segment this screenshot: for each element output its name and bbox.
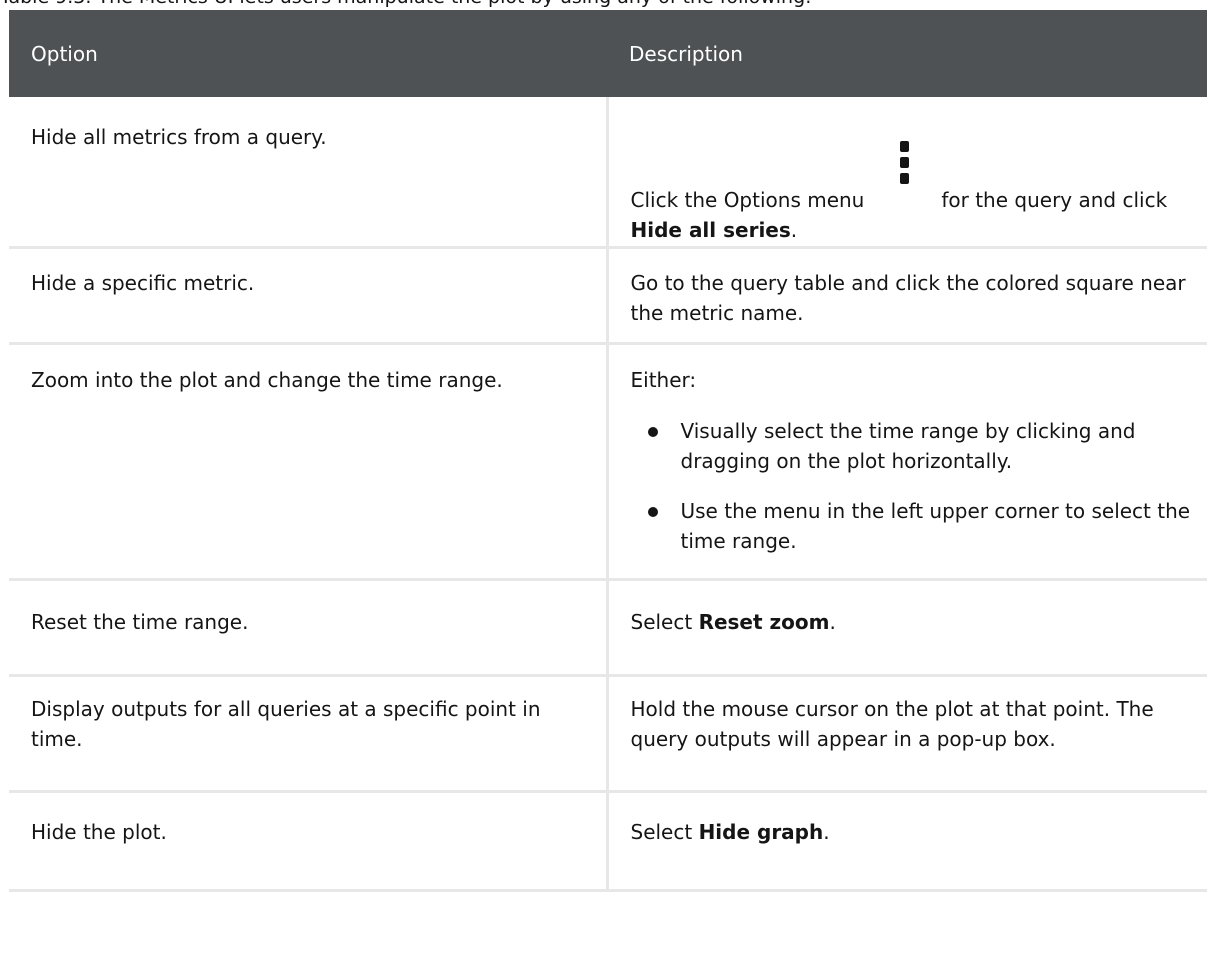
- intro-text: Table 9.3. The Metrics UI lets users man…: [0, 0, 812, 8]
- table-row: Reset the time range. Select Reset zoom.: [9, 579, 1207, 677]
- table-row: Zoom into the plot and change the time r…: [9, 343, 1207, 581]
- description-text: Select: [630, 609, 693, 634]
- description-text: .: [823, 819, 830, 844]
- option-cell: Hide the plot.: [9, 791, 609, 892]
- description-text: for the query and click: [941, 188, 1168, 212]
- description-cell: Click the Options menu for the query and …: [607, 97, 1207, 249]
- option-cell: Hide a specific metric.: [9, 247, 609, 345]
- list-item-text: Use the menu in the left upper corner to…: [680, 498, 1191, 553]
- options-table: Option Description Hide all metrics from…: [9, 10, 1207, 892]
- description-bold: Hide graph: [698, 819, 824, 844]
- description-cell: Either: Visually select the time range b…: [607, 343, 1207, 581]
- table-row: Display outputs for all queries at a spe…: [9, 675, 1207, 793]
- description-cell: Select Reset zoom.: [607, 579, 1207, 677]
- description-bold: Hide all series: [630, 218, 791, 242]
- header-option: Option: [9, 10, 607, 97]
- table-header: Option Description: [9, 10, 1207, 97]
- header-description: Description: [607, 10, 1207, 97]
- description-text: .: [790, 218, 798, 242]
- description-bold: Reset zoom: [698, 609, 830, 634]
- description-cell: Go to the query table and click the colo…: [607, 247, 1207, 345]
- kebab-icon[interactable]: [900, 141, 910, 185]
- options-menu-icon-slot: [864, 141, 941, 207]
- option-cell: Reset the time range.: [9, 579, 609, 677]
- description-list: Visually select the time range by clicki…: [631, 416, 1198, 556]
- bullet-icon: [647, 506, 658, 517]
- header-row: Option Description: [9, 10, 1207, 97]
- table-row: Hide all metrics from a query. Click the…: [9, 97, 1207, 249]
- description-text: .: [829, 609, 836, 634]
- description-cell: Select Hide graph.: [607, 791, 1207, 892]
- option-cell: Zoom into the plot and change the time r…: [9, 343, 609, 581]
- option-cell: Hide all metrics from a query.: [9, 97, 609, 249]
- list-item: Use the menu in the left upper corner to…: [631, 496, 1198, 556]
- table-row: Hide a specific metric. Go to the query …: [9, 247, 1207, 345]
- description-text: Select: [630, 819, 693, 844]
- table-body: Hide all metrics from a query. Click the…: [9, 97, 1207, 892]
- table-row: Hide the plot. Select Hide graph.: [9, 791, 1207, 892]
- option-cell: Display outputs for all queries at a spe…: [9, 675, 609, 793]
- bullet-icon: [647, 426, 658, 437]
- description-intro: Either:: [630, 367, 697, 392]
- list-item-text: Visually select the time range by clicki…: [680, 418, 1136, 473]
- description-cell: Hold the mouse cursor on the plot at tha…: [607, 675, 1207, 793]
- description-text: Click the Options menu: [630, 188, 865, 212]
- list-item: Visually select the time range by clicki…: [631, 416, 1198, 476]
- page: Table 9.3. The Metrics UI lets users man…: [0, 0, 1207, 980]
